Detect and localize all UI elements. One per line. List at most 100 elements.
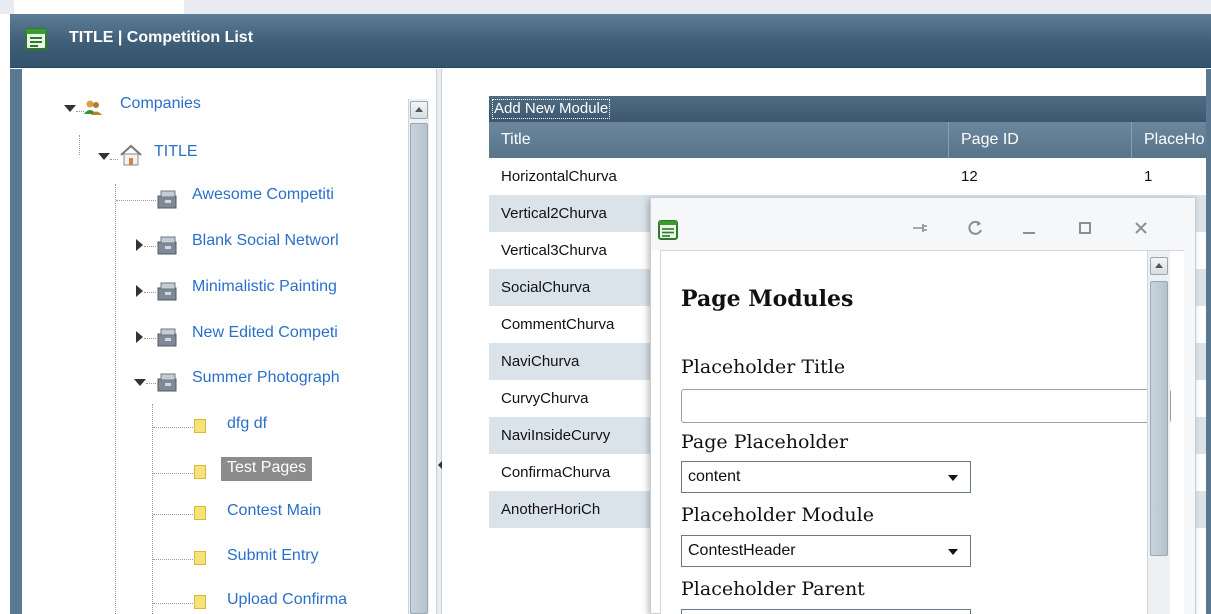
close-icon[interactable] bbox=[1131, 218, 1151, 238]
window-titlebar[interactable]: TITLE | Competition List bbox=[10, 14, 1211, 68]
top-strip bbox=[0, 0, 1211, 14]
tree-node-competition[interactable]: Awesome Competiti bbox=[22, 186, 402, 212]
competition-icon bbox=[157, 236, 177, 255]
tree-node-competition[interactable]: Blank Social Networl bbox=[22, 232, 402, 258]
collapse-arrow-icon[interactable] bbox=[64, 105, 76, 112]
maximize-icon[interactable] bbox=[1075, 218, 1095, 238]
dialog-form-icon bbox=[658, 220, 678, 240]
column-header-page-id[interactable]: Page ID bbox=[949, 122, 1132, 158]
tree-connector bbox=[144, 338, 156, 339]
placeholder-title-label: Placeholder Title bbox=[681, 356, 846, 378]
tree-node-page[interactable]: dfg df bbox=[22, 415, 402, 441]
competition-icon bbox=[157, 190, 177, 209]
dialog-scrollbar[interactable] bbox=[1147, 251, 1170, 614]
minimize-icon[interactable] bbox=[1019, 218, 1039, 238]
placeholder-title-input[interactable] bbox=[681, 389, 1171, 423]
page-placeholder-label: Page Placeholder bbox=[681, 431, 849, 453]
page-icon bbox=[194, 506, 206, 520]
grid-toolbar: Add New Module bbox=[489, 96, 1206, 122]
add-new-module-button[interactable]: Add New Module bbox=[492, 99, 611, 119]
tree-node-label: Contest Main bbox=[227, 502, 322, 519]
competition-tree: Companies TITLE Awesome Competiti Blank … bbox=[22, 69, 436, 614]
tree-node-label: Companies bbox=[120, 95, 201, 112]
tree-connector bbox=[153, 427, 193, 428]
cell-title: ConfirmaChurva bbox=[501, 464, 611, 481]
grid-header: Title Page ID PlaceHo bbox=[489, 122, 1206, 158]
tree-node-label: Summer Photograph bbox=[192, 369, 340, 386]
cell-title: SocialChurva bbox=[501, 279, 591, 296]
tree-scrollbar[interactable] bbox=[408, 99, 429, 614]
tree-node-label: Minimalistic Painting bbox=[192, 278, 337, 295]
tree-node-page[interactable]: Contest Main bbox=[22, 502, 402, 528]
cell-title: Vertical2Churva bbox=[501, 205, 607, 222]
dialog-header[interactable] bbox=[651, 198, 1195, 250]
placeholder-parent-select[interactable] bbox=[681, 609, 971, 614]
expand-arrow-icon[interactable] bbox=[136, 331, 143, 343]
tree-node-label: Upload Confirma bbox=[227, 591, 348, 608]
tree-node-label: New Edited Competi bbox=[192, 324, 338, 341]
tree-connector bbox=[110, 159, 118, 160]
tree-node-label: Awesome Competiti bbox=[192, 186, 334, 203]
dialog-right-gutter bbox=[1184, 250, 1195, 614]
refresh-icon[interactable] bbox=[965, 218, 985, 238]
pin-icon[interactable] bbox=[909, 218, 929, 238]
scroll-thumb[interactable] bbox=[410, 123, 428, 614]
tree-connector bbox=[76, 111, 84, 112]
dialog-heading: Page Modules bbox=[681, 286, 854, 312]
cell-title: HorizontalChurva bbox=[501, 168, 617, 185]
cell-title: Vertical3Churva bbox=[501, 242, 607, 259]
page-icon bbox=[194, 551, 206, 565]
competition-icon bbox=[157, 282, 177, 301]
competition-icon bbox=[157, 373, 177, 392]
window-frame-right bbox=[1206, 69, 1211, 614]
page-icon bbox=[194, 595, 206, 609]
cell-placeholder: 1 bbox=[1144, 168, 1153, 185]
placeholder-module-select[interactable]: ContestHeader bbox=[681, 535, 971, 567]
tree-connector bbox=[144, 246, 156, 247]
tree-connector bbox=[116, 200, 156, 201]
scroll-thumb[interactable] bbox=[1150, 281, 1168, 556]
tree-connector bbox=[153, 603, 193, 604]
house-icon bbox=[120, 144, 142, 166]
tree-connector bbox=[153, 514, 193, 515]
page-icon bbox=[194, 419, 206, 433]
tree-node-competition[interactable]: New Edited Competi bbox=[22, 324, 402, 350]
placeholder-parent-label: Placeholder Parent bbox=[681, 578, 865, 600]
tree-connector bbox=[153, 559, 193, 560]
tree-node-page[interactable]: Upload Confirma bbox=[22, 591, 402, 614]
expand-arrow-icon[interactable] bbox=[136, 285, 143, 297]
tree-connector bbox=[144, 292, 156, 293]
window-title: TITLE | Competition List bbox=[69, 29, 254, 46]
table-row[interactable]: HorizontalChurva 12 1 bbox=[489, 158, 1206, 195]
tree-node-competition[interactable]: Summer Photograph bbox=[22, 369, 402, 395]
page-icon bbox=[194, 465, 206, 479]
competition-icon bbox=[157, 328, 177, 347]
tree-node-label: dfg df bbox=[227, 415, 268, 432]
tree-node-competition[interactable]: Minimalistic Painting bbox=[22, 278, 402, 304]
column-header-title[interactable]: Title bbox=[489, 122, 949, 158]
scroll-up-arrow-icon[interactable] bbox=[1150, 257, 1168, 275]
tree-node-company[interactable]: TITLE bbox=[22, 141, 402, 169]
page-placeholder-select[interactable]: content bbox=[681, 461, 971, 493]
cell-title: NaviChurva bbox=[501, 353, 580, 370]
tree-node-label: Blank Social Networl bbox=[192, 232, 339, 249]
column-header-placeholder[interactable]: PlaceHo bbox=[1132, 122, 1206, 158]
cell-title: NaviInsideCurvy bbox=[501, 427, 611, 444]
tree-connector bbox=[153, 473, 193, 474]
scroll-up-arrow-icon[interactable] bbox=[410, 101, 428, 119]
tree-node-label-selected: Test Pages bbox=[221, 457, 313, 481]
tree-node-companies[interactable]: Companies bbox=[22, 95, 402, 119]
collapse-arrow-icon[interactable] bbox=[98, 153, 110, 160]
cell-page-id: 12 bbox=[961, 168, 978, 185]
tree-connector bbox=[146, 383, 156, 384]
cell-title: CurvyChurva bbox=[501, 390, 589, 407]
cell-title: AnotherHoriCh bbox=[501, 501, 601, 518]
tree-node-page[interactable]: Submit Entry bbox=[22, 547, 402, 573]
page-modules-dialog: Page Modules Placeholder Title Page Plac… bbox=[650, 197, 1196, 614]
window-frame-left bbox=[10, 69, 22, 614]
dialog-body: Page Modules Placeholder Title Page Plac… bbox=[660, 250, 1184, 614]
expand-arrow-icon[interactable] bbox=[136, 239, 143, 251]
cell-title: CommentChurva bbox=[501, 316, 615, 333]
tree-node-page[interactable]: Test Pages bbox=[22, 457, 402, 491]
collapse-arrow-icon[interactable] bbox=[134, 379, 146, 386]
